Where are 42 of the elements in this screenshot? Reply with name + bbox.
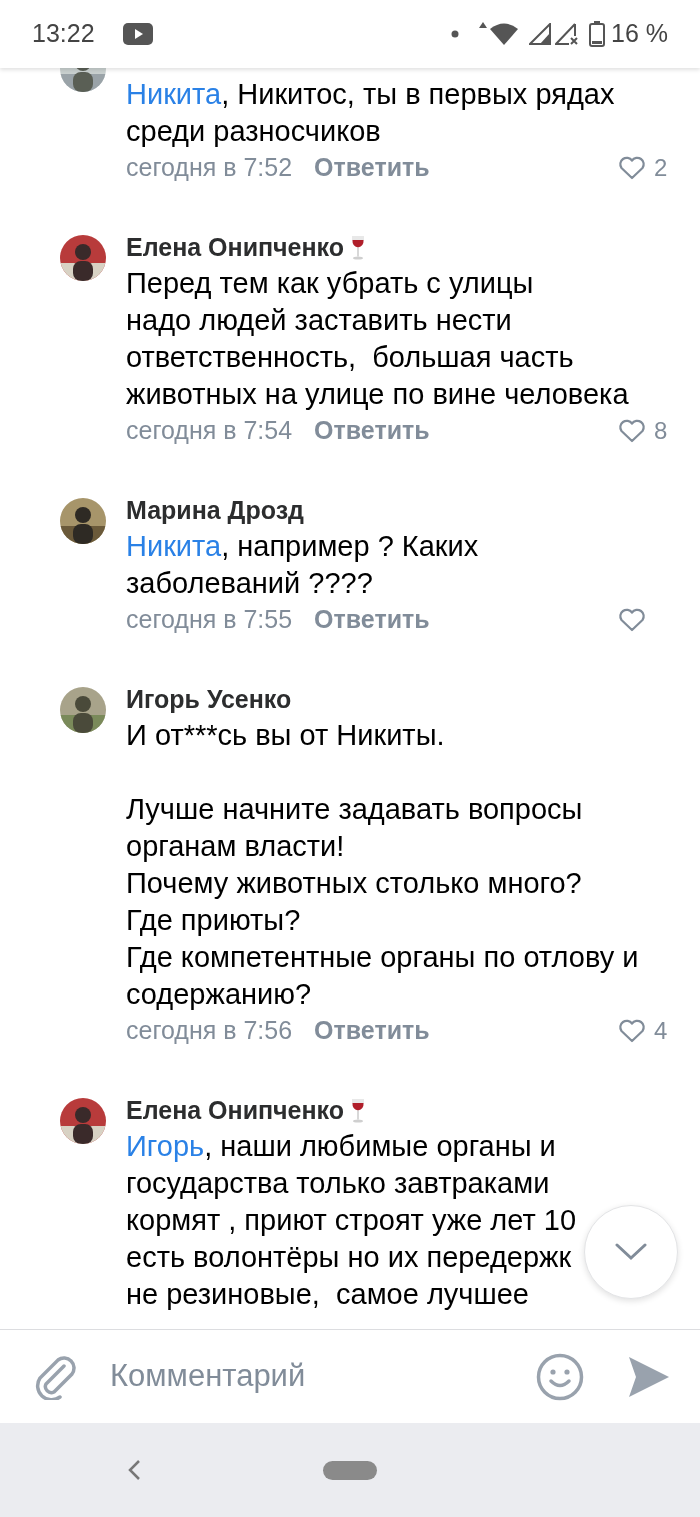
dot-icon	[451, 30, 459, 38]
wine-glass-icon	[350, 1098, 367, 1124]
reply-link[interactable]: Ответить	[314, 412, 430, 450]
author-name[interactable]: Марина Дрозд	[126, 492, 304, 530]
heart-icon[interactable]	[618, 1019, 646, 1043]
send-icon[interactable]	[628, 1355, 670, 1398]
comment-time: сегодня в 7:54	[126, 415, 293, 447]
reply-link[interactable]: Ответить	[314, 601, 430, 639]
mention-link[interactable]: Никита	[126, 530, 222, 562]
back-icon[interactable]	[127, 1459, 141, 1481]
clock: 13:22	[32, 18, 95, 50]
comment-text: Никита, Никитос, ты в первых рядах среди разносчиков	[126, 77, 616, 149]
signal-off-icon	[555, 23, 579, 45]
battery-percent: 16 %	[611, 18, 668, 50]
heart-icon[interactable]	[618, 156, 646, 180]
comment-time: сегодня в 7:55	[126, 604, 293, 636]
heart-icon[interactable]	[618, 608, 646, 632]
smiley-icon[interactable]	[536, 1352, 584, 1401]
chevron-down-icon	[615, 1243, 647, 1261]
reply-link[interactable]: Ответить	[314, 149, 430, 187]
battery-icon	[589, 21, 605, 47]
author-name[interactable]: Елена Онипченко	[126, 1092, 345, 1130]
heart-icon[interactable]	[618, 419, 646, 443]
reply-link[interactable]: Ответить	[314, 1012, 430, 1050]
comment-text: Перед тем как убрать с улицы надо людей заставить нести ответственность, большая часть животных на улице по вине человека	[126, 266, 630, 412]
comment-field[interactable]: Комментарий	[110, 1353, 536, 1400]
wine-glass-icon	[350, 235, 367, 261]
comment-time: сегодня в 7:56	[126, 1015, 293, 1047]
author-name[interactable]: Игорь Усенко	[126, 681, 292, 719]
comment-time: сегодня в 7:52	[126, 152, 293, 184]
comment-text: И от***сь вы от Никиты. Лучше начните задавать вопросы органам власти! Почему животных столько много? Где приюты? Где компетентные органы по отлову и содержанию?	[126, 718, 640, 1012]
comment-text: Никита, например ? Каких заболеваний ????	[126, 529, 480, 601]
signal-icon	[529, 23, 551, 45]
mention-link[interactable]: Игорь	[126, 1130, 205, 1162]
paperclip-icon[interactable]	[34, 1353, 78, 1400]
like-count: 2	[654, 153, 668, 183]
like-count: 4	[654, 1016, 668, 1046]
author-name[interactable]: Елена Онипченко	[126, 229, 345, 267]
home-pill[interactable]	[323, 1460, 377, 1480]
video-play-icon	[122, 23, 153, 45]
mention-link[interactable]: Никита	[126, 78, 222, 110]
like-count: 8	[654, 416, 668, 446]
